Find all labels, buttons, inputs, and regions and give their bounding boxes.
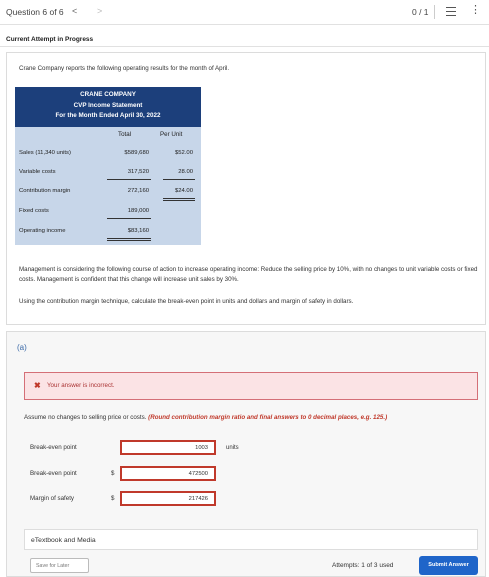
underline xyxy=(107,179,151,180)
attempt-status: Current Attempt in Progress xyxy=(6,36,94,43)
row-total: 189,000 xyxy=(127,208,149,214)
dollar-sign: $ xyxy=(111,495,115,502)
question-intro: Crane Company reports the following oper… xyxy=(19,65,230,72)
income-statement: CRANE COMPANY CVP Income Statement For t… xyxy=(15,87,201,245)
row-label: Variable costs xyxy=(19,169,56,175)
incorrect-alert: ✖ Your answer is incorrect. xyxy=(24,372,478,400)
submit-answer-button[interactable]: Submit Answer xyxy=(419,556,478,575)
row-total: 272,160 xyxy=(127,188,149,194)
question-panel: Crane Company reports the following oper… xyxy=(6,52,486,325)
next-question-button[interactable]: > xyxy=(97,6,102,16)
break-even-units-label: Break-even point xyxy=(30,444,77,451)
margin-of-safety-label: Margin of safety xyxy=(30,495,75,502)
row-total: $589,680 xyxy=(124,150,149,156)
statement-period: For the Month Ended April 30, 2022 xyxy=(55,112,161,119)
list-icon[interactable] xyxy=(446,7,456,16)
dollar-sign: $ xyxy=(111,470,115,477)
statement-title: CVP Income Statement xyxy=(73,101,143,109)
save-for-later-button[interactable]: Save for Later xyxy=(30,558,89,573)
row-per-unit: $52.00 xyxy=(174,150,193,156)
underline xyxy=(163,200,195,201)
instruction-text: Using the contribution margin technique,… xyxy=(19,298,354,305)
break-even-units-input[interactable]: 1003 xyxy=(120,440,216,455)
etextbook-label[interactable]: eTextbook and Media xyxy=(31,537,96,544)
assumption-main: Assume no changes to selling price or co… xyxy=(24,414,147,421)
break-even-dollars-label: Break-even point xyxy=(30,470,77,477)
top-bar: Question 6 of 6 < > 0 / 1 ⋮ xyxy=(0,0,489,25)
etextbook-panel[interactable]: eTextbook and Media xyxy=(24,529,478,550)
row-label: Contribution margin xyxy=(19,188,71,194)
prev-question-button[interactable]: < xyxy=(72,6,77,16)
question-counter: Question 6 of 6 xyxy=(6,7,64,17)
attempts-counter: Attempts: 1 of 3 used xyxy=(332,562,394,569)
underline xyxy=(163,198,195,199)
divider xyxy=(0,46,489,47)
row-total: 317,520 xyxy=(127,169,149,175)
part-a-panel: (a) ✖ Your answer is incorrect. Assume n… xyxy=(6,331,486,577)
col-header-per-unit: Per Unit xyxy=(160,131,183,138)
underline xyxy=(107,218,151,219)
row-per-unit: $24.00 xyxy=(174,188,193,194)
row-total: $83,160 xyxy=(127,228,149,234)
break-even-dollars-input[interactable]: 472500 xyxy=(120,466,216,481)
row-label: Operating income xyxy=(19,228,66,234)
row-label: Sales (11,340 units) xyxy=(19,150,71,156)
underline xyxy=(107,238,151,239)
underline xyxy=(163,179,195,180)
management-text: Management is considering the following … xyxy=(19,266,478,283)
col-header-total: Total xyxy=(118,131,132,138)
assumption-text: Assume no changes to selling price or co… xyxy=(24,414,387,421)
alert-message: Your answer is incorrect. xyxy=(47,382,115,389)
score: 0 / 1 xyxy=(412,7,429,17)
units-label: units xyxy=(226,445,239,451)
error-x-icon: ✖ xyxy=(34,381,41,390)
divider xyxy=(434,5,435,19)
underline xyxy=(107,240,151,241)
margin-of-safety-input[interactable]: 217426 xyxy=(120,491,216,506)
company-name: CRANE COMPANY xyxy=(80,91,136,98)
part-label: (a) xyxy=(17,343,27,352)
row-label: Fixed costs xyxy=(19,208,49,214)
statement-header: CRANE COMPANY CVP Income Statement For t… xyxy=(15,87,201,127)
rounding-note: (Round contribution margin ratio and fin… xyxy=(148,414,388,421)
more-vertical-icon[interactable]: ⋮ xyxy=(470,5,481,16)
row-per-unit: 28.00 xyxy=(178,169,193,175)
